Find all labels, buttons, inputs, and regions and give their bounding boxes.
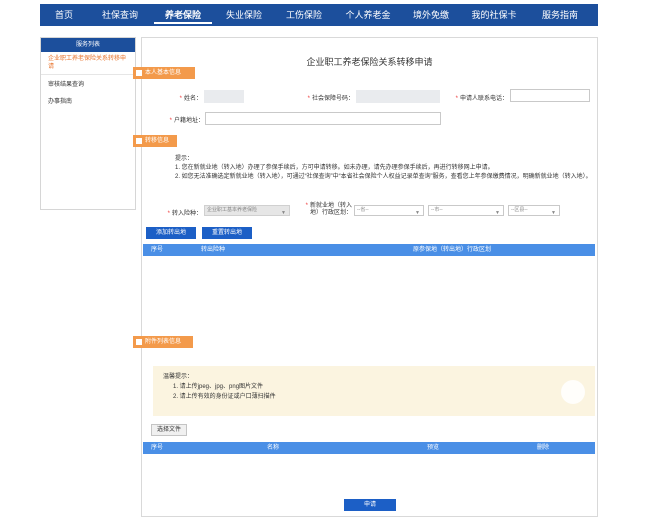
transfer-tips: 提示： 1. 您在新就业地（转入地）办理了参保手续后，方可申请转移。如未办理，请… [175, 155, 595, 182]
col-out-type: 转出险种 [201, 247, 226, 253]
section-attachments: 附件列表信息 [133, 336, 193, 348]
name-label: * 姓名： [179, 96, 202, 102]
nav-pension[interactable]: 养老保险 [152, 4, 214, 26]
nav-home[interactable]: 首页 [40, 4, 88, 26]
col-index: 序号 [151, 247, 164, 253]
nav-unemployment[interactable]: 失业保险 [214, 4, 274, 26]
sidebar-item-guide[interactable]: 办事指南 [41, 92, 135, 109]
chevron-down-icon: ▼ [281, 210, 286, 216]
tips-line-2: 2. 如您无法准确选定新就业地（转入地），可通过“社保查询”中“本省社会保险个人… [175, 174, 592, 180]
city-select[interactable]: --市-- ▼ [428, 205, 504, 216]
section-transfer-info: 转移信息 [133, 135, 177, 147]
section-basic-info: 本人基本信息 [133, 67, 195, 79]
district-select[interactable]: --区县-- ▼ [508, 205, 560, 216]
choose-file-button[interactable]: 选择文件 [151, 424, 187, 436]
ssn-label: * 社会保障号码： [307, 96, 354, 102]
col-attach-delete: 删除 [537, 445, 550, 451]
address-label: * 户籍地址： [169, 118, 204, 124]
nav-my-card[interactable]: 我的社保卡 [460, 4, 528, 26]
sidebar-title: 服务列表 [41, 38, 135, 52]
region-label: * 新就业地（转入地）行政区划： [305, 203, 352, 216]
transfer-table-header: 序号 转出险种 原参保地（转出地）行政区划 [143, 244, 595, 256]
name-value [204, 90, 244, 103]
notice-title: 温馨提示： [163, 374, 194, 380]
sidebar-item-audit-query[interactable]: 审核结果查询 [41, 75, 135, 92]
chevron-down-icon: ▼ [551, 210, 556, 216]
nav-guide[interactable]: 服务指南 [528, 4, 592, 26]
attachment-table-header: 序号 名称 预览 删除 [143, 442, 595, 454]
nav-injury[interactable]: 工伤保险 [274, 4, 334, 26]
col-attach-preview: 预览 [427, 445, 440, 451]
submit-button[interactable]: 申请 [344, 499, 396, 511]
chevron-down-icon: ▼ [415, 210, 420, 216]
nav-overseas-exempt[interactable]: 境外免缴 [402, 4, 460, 26]
col-attach-name: 名称 [267, 445, 280, 451]
address-input[interactable] [205, 112, 441, 125]
tips-heading: 提示： [175, 156, 194, 162]
ssn-value [356, 90, 440, 103]
upload-notice: 温馨提示： 1. 请上传jpeg、jpg、png图片文件 2. 请上传有效的身份… [153, 366, 595, 416]
nav-social-query[interactable]: 社保查询 [88, 4, 152, 26]
phone-input[interactable] [510, 89, 590, 102]
decor-badge-icon [561, 380, 585, 404]
phone-label: * 申请人联系电话： [455, 96, 508, 102]
sidebar-item-transfer-apply[interactable]: 企业职工养老保险关系转移申请 [41, 52, 135, 75]
transfer-type-select[interactable]: 企业职工基本养老保险 ▼ [204, 205, 290, 216]
tips-line-1: 1. 您在新就业地（转入地）办理了参保手续后，方可申请转移。如未办理，请先办理参… [175, 165, 494, 171]
chevron-down-icon: ▼ [495, 210, 500, 216]
col-out-region: 原参保地（转出地）行政区划 [413, 247, 492, 253]
reset-out-region-button[interactable]: 重置转出地 [202, 227, 252, 239]
top-nav: 首页 社保查询 养老保险 失业保险 工伤保险 个人养老金 境外免缴 我的社保卡 … [40, 4, 598, 26]
province-select[interactable]: --省-- ▼ [354, 205, 424, 216]
notice-line-2: 2. 请上传有效的身份证或户口薄扫描件 [173, 394, 276, 400]
add-out-region-button[interactable]: 添加转出地 [146, 227, 196, 239]
sidebar: 服务列表 企业职工养老保险关系转移申请 审核结果查询 办事指南 [40, 37, 136, 210]
page-title: 企业职工养老保险关系转移申请 [306, 57, 433, 67]
col-attach-index: 序号 [151, 445, 164, 451]
nav-personal-pension[interactable]: 个人养老金 [334, 4, 402, 26]
transfer-type-label: * 转入险种： [167, 211, 202, 217]
notice-line-1: 1. 请上传jpeg、jpg、png图片文件 [173, 384, 264, 390]
